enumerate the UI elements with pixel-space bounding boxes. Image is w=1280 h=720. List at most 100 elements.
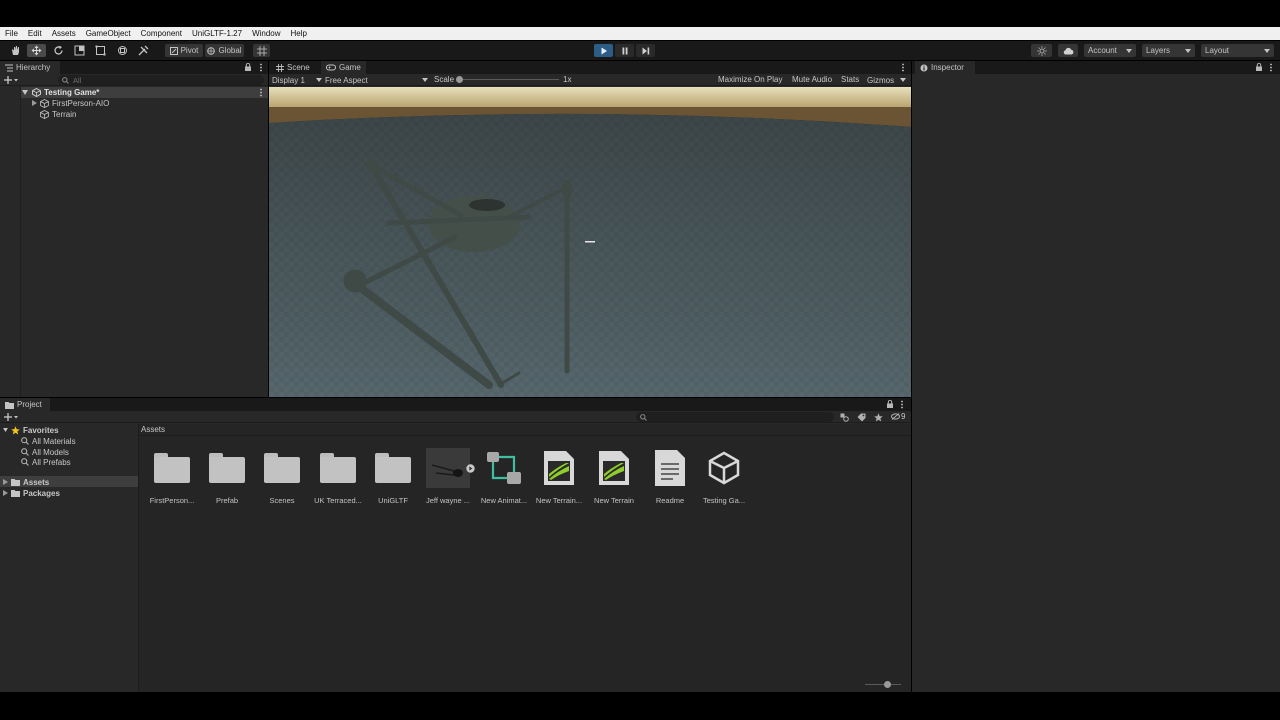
more-menu-icon[interactable] xyxy=(259,63,263,72)
lock-icon[interactable] xyxy=(244,63,252,71)
layout-dropdown[interactable]: Layout xyxy=(1201,44,1274,57)
asset-item[interactable]: FirstPerson... xyxy=(147,448,197,505)
step-button[interactable] xyxy=(636,44,655,57)
move-tool-icon[interactable] xyxy=(27,44,46,57)
account-dropdown[interactable]: Account xyxy=(1084,44,1136,57)
menu-window[interactable]: Window xyxy=(247,29,285,38)
assets-root-row[interactable]: Assets xyxy=(3,477,49,487)
services-button[interactable] xyxy=(1031,44,1052,57)
collapse-arrow-icon[interactable] xyxy=(32,100,37,106)
global-toggle[interactable]: Global xyxy=(205,44,244,57)
folder-icon xyxy=(11,479,20,486)
text-asset-icon xyxy=(655,450,685,486)
tab-game-label: Game xyxy=(339,63,361,72)
mute-audio-toggle[interactable]: Mute Audio xyxy=(792,75,832,84)
asset-item[interactable]: New Terrain xyxy=(589,448,639,505)
more-menu-icon[interactable] xyxy=(900,400,904,409)
transform-tool-icon[interactable] xyxy=(113,44,132,57)
expand-arrow-icon[interactable] xyxy=(3,428,8,432)
icon-size-slider-thumb[interactable] xyxy=(884,681,891,688)
display-label: Display 1 xyxy=(272,75,305,85)
favorite-item[interactable]: All Materials xyxy=(21,436,76,446)
favorite-star-icon[interactable] xyxy=(874,413,883,422)
play-button[interactable] xyxy=(594,44,613,57)
expand-arrow-icon[interactable] xyxy=(22,89,28,95)
tab-scene[interactable]: Scene xyxy=(271,61,315,74)
hierarchy-panel: Hierarchy All Testing Game* FirstPerson-… xyxy=(0,61,268,397)
gameobject-cube-icon xyxy=(40,109,49,119)
create-plus-icon[interactable] xyxy=(4,76,18,84)
menu-component[interactable]: Component xyxy=(136,29,187,38)
breadcrumb-assets[interactable]: Assets xyxy=(141,425,165,434)
layers-dropdown[interactable]: Layers xyxy=(1142,44,1195,57)
hierarchy-search-input[interactable]: All xyxy=(58,75,264,85)
cloud-button[interactable] xyxy=(1058,44,1078,57)
search-icon xyxy=(21,458,29,466)
menu-edit[interactable]: Edit xyxy=(23,29,47,38)
tab-inspector[interactable]: Inspector xyxy=(915,61,975,74)
label-tag-icon[interactable] xyxy=(857,413,866,422)
asset-item[interactable]: UK Terraced... xyxy=(313,448,363,505)
custom-tool-icon[interactable] xyxy=(134,44,153,57)
menu-assets[interactable]: Assets xyxy=(47,29,81,38)
menu-file[interactable]: File xyxy=(0,29,23,38)
game-viewport[interactable] xyxy=(269,87,911,397)
game-view-panel: Scene Game Display 1 Free Aspect Scale 1… xyxy=(269,61,911,397)
hidden-packages-toggle[interactable]: 9 xyxy=(891,412,905,421)
scene-row[interactable]: Testing Game* xyxy=(22,87,268,97)
gizmos-label: Gizmos xyxy=(867,75,895,85)
more-menu-icon[interactable] xyxy=(1269,63,1273,72)
lock-icon[interactable] xyxy=(1255,63,1263,71)
rotate-tool-icon[interactable] xyxy=(49,44,68,57)
hand-tool-icon[interactable] xyxy=(6,44,25,57)
globe-icon xyxy=(207,46,216,55)
packages-root-row[interactable]: Packages xyxy=(3,488,60,498)
asset-item[interactable]: New Terrain... xyxy=(534,448,584,505)
create-plus-icon[interactable] xyxy=(4,413,18,421)
grid-snap-button[interactable] xyxy=(253,44,270,57)
asset-item[interactable]: Jeff wayne ... xyxy=(423,448,475,505)
pause-button[interactable] xyxy=(615,44,634,57)
hierarchy-search-placeholder: All xyxy=(73,75,82,85)
lock-icon[interactable] xyxy=(886,400,894,408)
stats-toggle[interactable]: Stats xyxy=(841,75,859,84)
tab-project[interactable]: Project xyxy=(0,398,50,411)
search-by-type-icon[interactable] xyxy=(840,413,849,422)
asset-item[interactable]: Scenes xyxy=(257,448,307,505)
hierarchy-item[interactable]: FirstPerson-AIO xyxy=(32,98,109,108)
scale-slider-track[interactable] xyxy=(459,79,559,80)
asset-item[interactable]: Testing Ga... xyxy=(699,448,749,505)
favorites-row[interactable]: Favorites xyxy=(3,425,59,435)
project-panel: Project 9 Favorites All Materials All Mo… xyxy=(0,398,911,692)
favorite-item[interactable]: All Models xyxy=(21,447,69,457)
project-search-input[interactable] xyxy=(636,412,834,422)
maximize-on-play-toggle[interactable]: Maximize On Play xyxy=(718,75,782,84)
aspect-dropdown[interactable]: Free Aspect xyxy=(325,75,428,85)
menu-unigltf[interactable]: UniGLTF-1.27 xyxy=(187,29,247,38)
hierarchy-item[interactable]: Terrain xyxy=(40,109,76,119)
hidden-count: 9 xyxy=(901,412,906,421)
gizmos-dropdown[interactable]: Gizmos xyxy=(867,75,907,85)
collapse-arrow-icon[interactable] xyxy=(3,490,8,496)
asset-item[interactable]: New Animat... xyxy=(479,448,529,505)
tab-game[interactable]: Game xyxy=(321,61,366,74)
eye-slash-icon xyxy=(891,413,900,420)
more-menu-icon[interactable] xyxy=(901,63,905,72)
scene-more-icon[interactable] xyxy=(259,88,263,97)
pivot-toggle[interactable]: Pivot xyxy=(165,44,203,57)
menu-gameobject[interactable]: GameObject xyxy=(81,29,136,38)
asset-item[interactable]: Readme xyxy=(645,448,695,505)
asset-item[interactable]: Prefab xyxy=(202,448,252,505)
favorite-item[interactable]: All Prefabs xyxy=(21,457,71,467)
rect-tool-icon[interactable] xyxy=(91,44,110,57)
asset-item[interactable]: UniGLTF xyxy=(368,448,418,505)
expand-prefab-icon[interactable] xyxy=(466,464,475,473)
hierarchy-list-icon xyxy=(5,64,13,71)
scale-slider-thumb[interactable] xyxy=(456,76,463,83)
menu-help[interactable]: Help xyxy=(286,29,312,38)
icon-size-slider-track[interactable] xyxy=(865,684,901,685)
tab-hierarchy[interactable]: Hierarchy xyxy=(0,61,60,74)
display-dropdown[interactable]: Display 1 xyxy=(272,75,322,85)
collapse-arrow-icon[interactable] xyxy=(3,479,8,485)
scale-tool-icon[interactable] xyxy=(70,44,89,57)
